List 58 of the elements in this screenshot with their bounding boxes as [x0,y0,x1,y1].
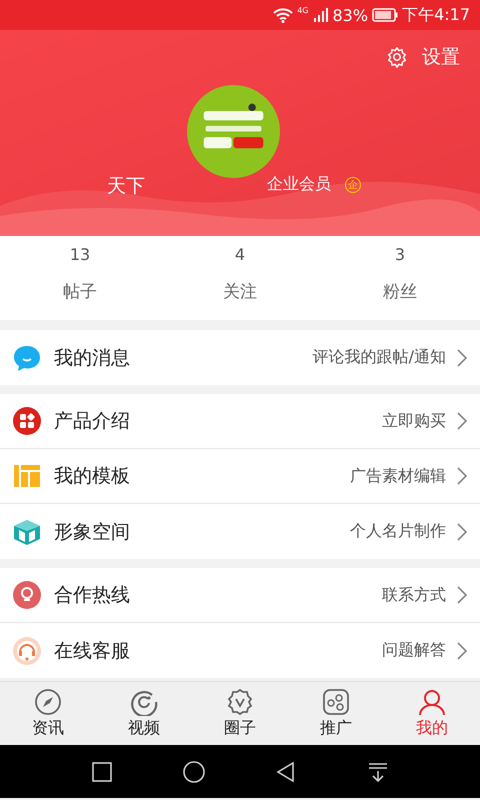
nav-tab[interactable]: 视频 [96,682,192,745]
back-icon[interactable] [275,760,297,782]
stat-count: 4 [234,245,246,264]
apps-icon [12,406,42,436]
menu-detail: 问题解答 [382,640,446,661]
menu-title: 产品介绍 [54,409,131,434]
battery-level: 83% [332,6,368,24]
stat-label[interactable]: 帖子 [63,280,97,303]
network-label: 4G [297,6,308,15]
share-icon [322,688,350,716]
menu-detail: 立即购买 [382,410,446,432]
membership-label: 企业会员 [267,174,331,195]
headset-icon [12,636,42,666]
menu-item[interactable]: 我的消息 评论我的跟帖/通知 [0,330,480,385]
menu-item[interactable]: 产品介绍 立即购买 [0,394,480,449]
menu-item[interactable]: 形象空间 个人名片制作 [0,504,480,559]
chevron-icon [456,585,468,605]
badge-icon [226,688,254,716]
menu-detail: 广告素材编辑 [350,466,446,486]
pull-down-icon[interactable] [367,760,389,782]
nav-tab[interactable]: 圈子 [192,682,288,745]
battery-icon [372,8,398,22]
menu-title: 形象空间 [54,520,131,544]
clock: 下午4:17 [402,4,470,26]
chevron-icon [456,466,468,486]
nav-tab[interactable]: 我的 [384,682,480,745]
person-icon [418,688,446,716]
square-icon[interactable] [91,760,113,782]
stat-count: 3 [394,245,406,264]
settings-icon [386,46,408,68]
refresh-icon [130,688,158,716]
chevron-icon [456,348,468,368]
menu-title: 我的消息 [54,346,131,370]
compass-icon [34,688,62,716]
menu-item[interactable]: 合作热线 联系方式 [0,568,480,623]
user-name: 天下 [107,174,145,199]
home-icon[interactable] [183,760,205,782]
wifi-icon [273,7,294,23]
lightbulb-icon [12,580,42,610]
menu-detail: 评论我的跟帖/通知 [312,347,446,368]
nav-tab[interactable]: 资讯 [0,682,96,745]
enterprise-badge: 企 [345,176,361,192]
chevron-icon [456,411,468,431]
menu-detail: 个人名片制作 [350,521,446,542]
menu-title: 我的模板 [54,464,131,489]
menu-item[interactable]: 我的模板 广告素材编辑 [0,449,480,504]
chevron-icon [456,522,468,542]
nav-tab[interactable]: 推广 [288,682,384,745]
stat-label[interactable]: 粉丝 [383,280,417,303]
menu-detail: 联系方式 [382,584,446,606]
menu-item[interactable]: 在线客服 问题解答 [0,623,480,678]
settings-button[interactable]: 设置 [386,44,460,70]
signal-icon [312,7,328,23]
chevron-icon [456,640,468,660]
menu-title: 在线客服 [54,638,131,664]
stat-count: 13 [70,245,90,264]
menu-title: 合作热线 [54,583,131,608]
stat-label[interactable]: 关注 [223,280,257,303]
